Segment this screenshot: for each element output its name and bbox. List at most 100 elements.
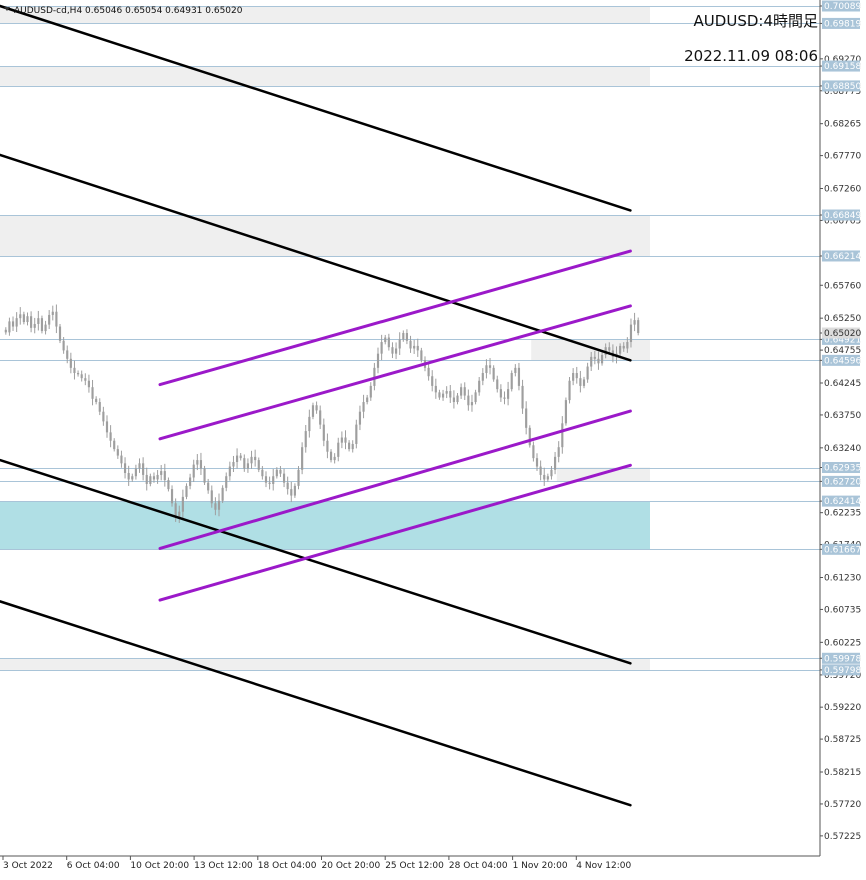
price-tick-label: 0.67260 [824,185,861,195]
price-tick-label: 0.67770 [824,152,861,162]
candle-body [254,456,257,461]
candle-body [261,469,264,477]
candle-body [116,449,119,456]
candle-body [535,458,539,467]
time-tick-label: 3 Oct 2022 [3,861,53,871]
candle-body [575,373,578,379]
candle-body [11,321,15,327]
candle-body [40,318,44,332]
candle-body [597,358,600,364]
level-price-tag-text: 0.66849 [824,211,861,221]
level-price-tag-text: 0.64596 [824,356,861,366]
candle-body [48,314,51,325]
time-tick-label: 28 Oct 04:00 [449,861,508,871]
candle-body [98,402,101,412]
price-tick-label: 0.60735 [824,605,861,615]
candle-body [409,340,412,349]
candle-body [539,466,542,475]
candle-body [134,468,137,477]
candle-body [199,460,203,469]
candle-body [481,373,484,381]
price-tick-label: 0.62235 [824,509,861,519]
candle-body [637,320,640,334]
candle-body [510,373,513,390]
candle-body [344,437,347,443]
price-tick-label: 0.68265 [824,120,861,130]
candle-body [268,482,271,484]
candle-body [221,487,224,501]
candle-body [402,333,405,340]
candle-body [460,387,463,396]
candle-body [496,379,499,390]
candle-body [62,340,65,351]
chart-window[interactable]: 0.700890.698190.692700.691580.688500.687… [0,0,866,876]
candle-body [619,345,622,354]
candle-body [449,391,452,398]
candle-body [69,358,72,368]
candle-body [51,311,54,315]
candle-body [564,400,568,424]
candle-body [181,496,184,512]
candle-body [582,379,586,386]
candle-body [568,380,571,401]
candle-body [80,374,83,379]
time-tick-label: 6 Oct 04:00 [67,861,120,871]
candle-body [333,456,336,461]
candle-body [315,405,318,411]
price-tick-label: 0.61230 [824,574,861,584]
resistance-zone-gray [0,215,650,256]
candle-body [525,408,528,428]
candle-body [438,392,441,398]
candle-body [376,353,380,368]
candle-body [488,365,492,368]
candle-body [413,345,416,349]
candle-body [626,342,629,349]
candle-body [203,468,206,483]
candle-body [485,365,488,374]
candle-body [120,455,123,464]
price-tick-label: 0.65250 [824,314,861,324]
candle-body [348,442,351,450]
level-price-tag-text: 0.59798 [824,666,861,676]
price-tick-label: 0.57720 [824,800,861,810]
candle-body [225,476,228,488]
candle-body [76,373,80,375]
chart-canvas[interactable]: 0.700890.698190.692700.691580.688500.687… [0,0,866,876]
candle-body [553,456,557,470]
candle-body [362,402,365,412]
candle-body [452,397,455,403]
candle-body [272,476,275,484]
candle-body [629,324,633,343]
candle-body [304,431,307,448]
candle-body [279,469,282,474]
price-tick-label: 0.63240 [824,444,861,454]
symbol-ohlc-header: AUDUSD-cd,H4 0.65046 0.65054 0.64931 0.6… [14,6,243,16]
candle-body [15,318,18,327]
candle-body [579,378,582,386]
candle-body [297,469,300,486]
candle-body [239,455,242,459]
candle-body [142,463,145,475]
candle-body [19,314,22,319]
candle-body [210,490,213,504]
price-tick-label: 0.60225 [824,638,861,648]
candle-body [380,342,383,354]
candle-body [517,367,521,386]
candle-body [55,311,58,327]
level-price-tag-text: 0.61667 [824,545,861,555]
candle-body [394,348,398,354]
candle-body [160,471,163,475]
candle-body [572,373,575,381]
candle-body [521,385,524,409]
candle-body [243,458,246,469]
time-tick-label: 13 Oct 12:00 [194,861,253,871]
candle-body [608,347,611,351]
chart-title-overlay: AUDUSD:4時間足 [694,12,818,30]
candle-body [431,376,434,386]
level-price-tag-text: 0.62935 [824,464,861,474]
candle-body [235,455,239,463]
candle-body [217,500,221,510]
resistance-zone-gray [0,66,650,86]
candle-body [131,476,134,480]
candle-body [8,321,11,333]
